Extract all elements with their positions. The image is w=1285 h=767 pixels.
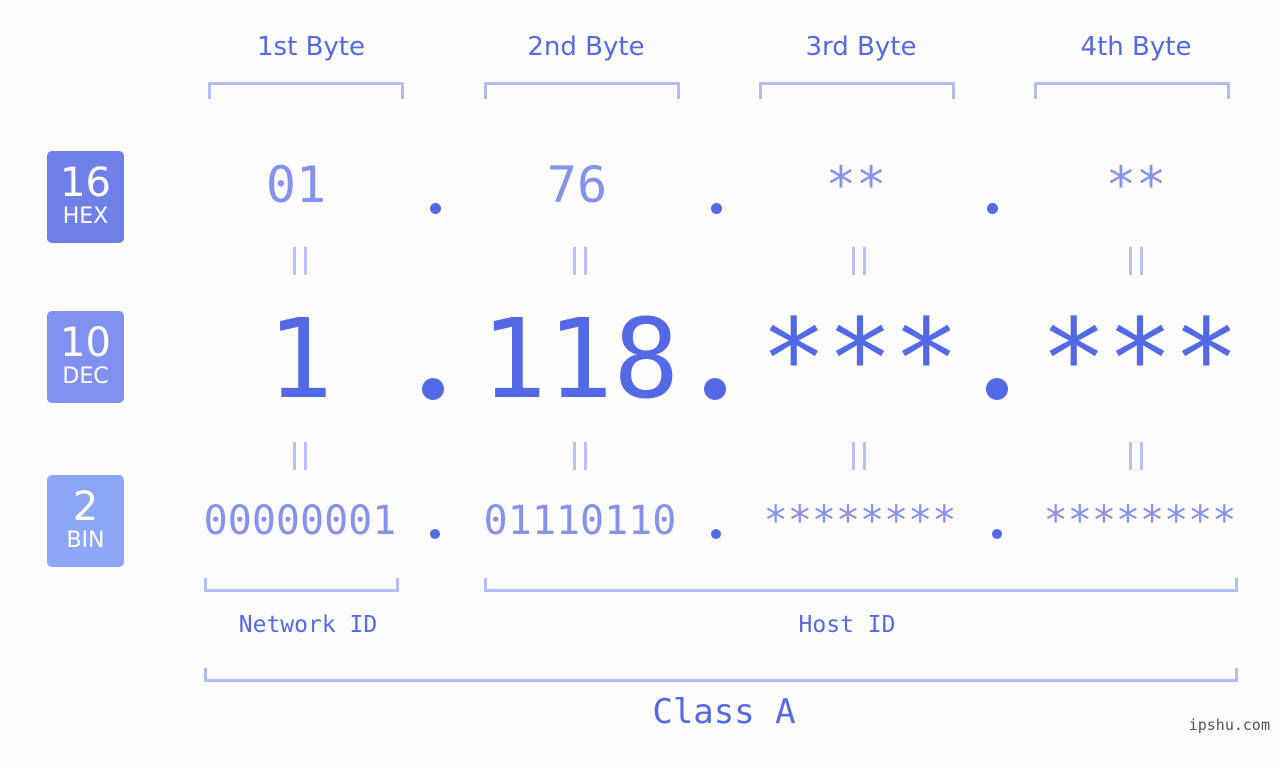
hex-dot-3 [987,203,998,214]
dec-byte-3: *** [760,295,960,423]
badge-hex: 16 HEX [47,151,124,243]
network-id-bracket [204,578,399,592]
badge-bin-label: BIN [66,528,105,553]
badge-dec-label: DEC [62,364,109,389]
hex-byte-4: ** [1105,156,1167,214]
badge-bin-number: 2 [72,484,99,530]
hex-byte-1: 01 [265,156,327,214]
host-id-bracket [484,578,1238,592]
dec-dot-1 [422,378,444,400]
equals-icon [1129,442,1143,470]
bin-dot-1 [430,529,440,539]
bin-byte-3: ******** [763,498,957,544]
equals-icon [293,247,307,275]
dec-byte-2: 118 [480,295,680,423]
header-byte-2: 2nd Byte [527,32,645,62]
bracket-byte-2 [484,82,680,99]
badge-bin: 2 BIN [47,475,124,567]
header-byte-3: 3rd Byte [805,32,917,62]
header-byte-1: 1st Byte [257,32,365,62]
bracket-byte-4 [1034,82,1230,99]
badge-hex-number: 16 [60,160,111,206]
badge-hex-label: HEX [62,204,109,229]
equals-icon [293,442,307,470]
equals-icon [573,247,587,275]
bracket-byte-3 [759,82,955,99]
equals-icon [852,442,866,470]
watermark: ipshu.com [1188,716,1270,734]
bin-dot-3 [992,529,1002,539]
badge-dec: 10 DEC [47,311,124,403]
hex-byte-3: ** [825,156,887,214]
bin-byte-2: 01110110 [483,498,677,544]
equals-icon [852,247,866,275]
dec-byte-4: *** [1040,295,1240,423]
equals-icon [1129,247,1143,275]
badge-dec-number: 10 [60,320,111,366]
class-label: Class A [652,692,796,732]
hex-dot-2 [711,203,722,214]
bin-byte-1: 00000001 [203,498,397,544]
dec-byte-1: 1 [266,295,334,423]
dec-dot-2 [704,378,726,400]
bin-dot-2 [711,529,721,539]
dec-dot-3 [986,378,1008,400]
network-id-label: Network ID [238,612,378,638]
class-bracket [204,668,1238,682]
bracket-byte-1 [208,82,404,99]
hex-dot-1 [430,203,441,214]
equals-icon [573,442,587,470]
host-id-label: Host ID [798,612,896,638]
header-byte-4: 4th Byte [1080,32,1192,62]
bin-byte-4: ******** [1043,498,1237,544]
hex-byte-2: 76 [546,156,608,214]
